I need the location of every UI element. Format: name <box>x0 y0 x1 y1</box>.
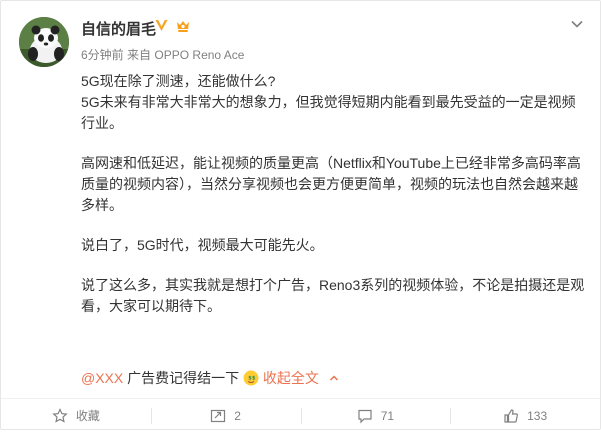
repost-button[interactable]: 2 <box>150 399 301 432</box>
repost-icon <box>211 409 226 422</box>
weibo-post-card: 自信的眉毛 6分钟前 来自 OPPO Reno Ace 5G现在除了测速，还能做… <box>0 0 601 430</box>
chevron-up-icon[interactable] <box>329 373 339 383</box>
comment-button[interactable]: 71 <box>300 399 451 432</box>
comment-icon <box>358 409 372 423</box>
user-name-link[interactable]: 自信的眉毛 <box>81 18 156 39</box>
user-avatar[interactable] <box>19 17 69 67</box>
post-time-link[interactable]: 6分钟前 <box>81 48 124 62</box>
post-paragraph-5: 说了这么多，其实我就是想打个广告，Reno3系列的视频体验，不论是拍摄还是观看，… <box>81 277 585 314</box>
money-emoji-icon: $ $ <box>243 370 259 386</box>
like-button[interactable]: 133 <box>450 399 600 432</box>
post-content: 5G现在除了测速，还能做什么? 5G未来有非常大非常大的想象力，但我觉得短期内能… <box>81 71 589 317</box>
source-prefix: 来自 <box>127 48 152 62</box>
like-count: 133 <box>527 408 548 423</box>
favorite-label: 收藏 <box>75 409 100 423</box>
source-device-link[interactable]: OPPO Reno Ace <box>154 48 244 62</box>
svg-text:$: $ <box>252 376 256 382</box>
post-paragraph-2: 5G未来有非常大非常大的想象力，但我觉得短期内能看到最先受益的一定是视频行业。 <box>81 94 576 131</box>
favorite-button[interactable]: 收藏 <box>1 399 151 432</box>
post-paragraph-1: 5G现在除了测速，还能做什么? <box>81 73 276 89</box>
panda-avatar-image <box>19 17 69 67</box>
thumbs-up-icon <box>504 408 519 423</box>
vip-member-icon[interactable] <box>175 19 191 33</box>
collapse-full-text-link[interactable]: 收起全文 <box>263 370 319 386</box>
post-paragraph-3: 高网速和低延迟，能让视频的质量更高（Netflix和YouTube上已经非常多高… <box>81 155 581 213</box>
post-paragraph-4: 说白了，5G时代，视频最大可能先火。 <box>81 237 324 253</box>
repost-count: 2 <box>234 408 241 423</box>
mention-link[interactable]: @XXX <box>81 370 123 386</box>
chevron-down-icon[interactable] <box>570 17 584 31</box>
verified-v-icon <box>155 20 168 31</box>
star-icon <box>52 407 68 423</box>
tail-text: 广告费记得结一下 <box>123 370 240 386</box>
comment-count: 71 <box>380 408 395 423</box>
post-meta: 6分钟前 来自 OPPO Reno Ace <box>81 46 244 63</box>
post-action-bar: 收藏 2 71 133 <box>1 398 600 432</box>
post-tail-line: @XXX 广告费记得结一下 $ $ 收起全文 <box>81 368 339 389</box>
